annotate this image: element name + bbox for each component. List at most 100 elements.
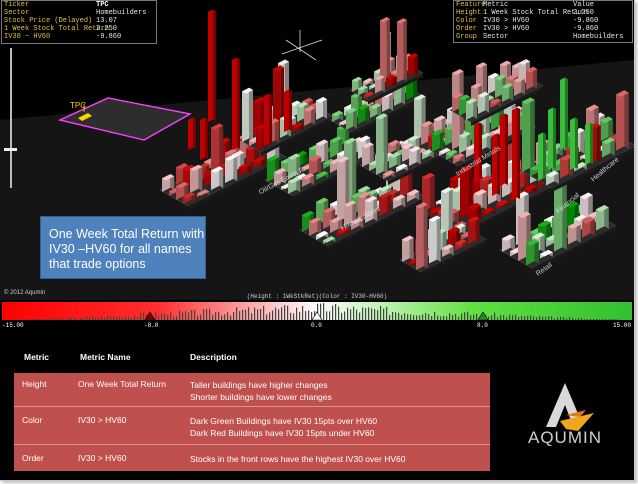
building[interactable] (585, 122, 590, 166)
building[interactable] (242, 87, 250, 142)
zoom-slider-handle[interactable] (4, 148, 17, 151)
histogram-bar (56, 318, 58, 320)
histogram-bar (326, 311, 328, 320)
building[interactable] (436, 215, 441, 262)
histogram-bar (128, 316, 130, 320)
building[interactable] (517, 107, 520, 200)
building[interactable] (518, 211, 527, 261)
legend-tick: -15.00 (2, 322, 24, 329)
building[interactable] (530, 97, 535, 171)
market-3d-visualization[interactable]: TPC Oil/Gas Equip Pro Homebuilders Finan… (0, 0, 634, 312)
building[interactable] (249, 87, 254, 141)
building[interactable] (397, 18, 404, 83)
histogram-bar (257, 309, 259, 320)
building[interactable] (208, 9, 213, 123)
row-divider (14, 406, 490, 407)
building[interactable] (423, 202, 428, 269)
histogram-bar (368, 307, 370, 320)
zoom-slider-track[interactable] (10, 48, 12, 188)
building[interactable] (237, 57, 240, 150)
building[interactable] (383, 113, 388, 174)
description-cell: Dark Green Buildings have IV30 15pts ove… (190, 415, 377, 439)
histogram-bar (392, 311, 394, 320)
metric-cell: Order (22, 453, 44, 463)
building[interactable] (430, 172, 435, 211)
histogram-bar (524, 316, 526, 320)
histogram-bar (176, 316, 178, 320)
histogram-bar (557, 317, 559, 320)
building[interactable] (497, 133, 500, 196)
histogram-bar (278, 309, 280, 320)
building[interactable] (213, 9, 216, 122)
histogram-bar (119, 315, 121, 320)
building[interactable] (380, 17, 387, 85)
building[interactable] (284, 89, 289, 133)
building[interactable] (414, 53, 418, 76)
histogram-bar (308, 310, 310, 320)
building[interactable] (233, 154, 238, 181)
building[interactable] (416, 202, 424, 270)
building[interactable] (474, 122, 479, 181)
building[interactable] (616, 90, 625, 151)
description-cell: Stocks in the front rows have the highes… (190, 453, 405, 465)
return-label: 1 Week Stock Total Return (4, 25, 110, 33)
building[interactable] (264, 93, 269, 147)
histogram-bar (461, 313, 463, 320)
histogram-bar (83, 317, 85, 320)
histogram-bar (497, 317, 499, 320)
building[interactable] (562, 177, 567, 250)
building[interactable] (543, 132, 546, 180)
histogram-bar (413, 315, 415, 320)
histogram-bar (38, 318, 40, 320)
building[interactable] (565, 77, 568, 150)
building[interactable] (560, 77, 565, 151)
building[interactable] (505, 113, 508, 186)
histogram-bar (389, 315, 391, 320)
building[interactable] (403, 18, 407, 82)
building[interactable] (548, 107, 553, 171)
building[interactable] (376, 113, 384, 175)
building[interactable] (522, 97, 531, 172)
building[interactable] (512, 107, 517, 201)
building[interactable] (269, 93, 272, 146)
building[interactable] (590, 122, 593, 165)
histogram-bar (170, 312, 172, 320)
building[interactable] (193, 117, 196, 150)
histogram-bar (116, 316, 118, 320)
histogram-bar (191, 309, 193, 320)
histogram-bar (569, 317, 571, 320)
histogram-bar (425, 312, 427, 320)
histogram-bar (581, 318, 583, 320)
building[interactable] (492, 133, 497, 197)
building[interactable] (475, 216, 480, 243)
histogram-bar (335, 304, 337, 320)
metric-name-cell: IV30 > HV60 (78, 453, 127, 463)
building[interactable] (570, 117, 575, 171)
building[interactable] (232, 57, 237, 151)
building[interactable] (386, 17, 390, 84)
histogram-bar (272, 310, 274, 320)
building[interactable] (205, 117, 208, 160)
building[interactable] (479, 122, 482, 180)
building[interactable] (429, 215, 437, 264)
histogram-bar (26, 319, 28, 320)
legend-title: (Height : 1WkStkRet)(Color : IV30-HV60) (246, 293, 388, 300)
histogram-bar (41, 319, 43, 320)
building[interactable] (624, 90, 629, 149)
building[interactable] (596, 122, 601, 163)
histogram-bar (554, 318, 556, 320)
histogram-bar (566, 318, 568, 320)
building[interactable] (198, 164, 203, 191)
table-row: Color IV30 > HV60 Dark Green Buildings h… (14, 415, 490, 445)
histogram-bar (410, 314, 412, 320)
building[interactable] (553, 107, 556, 170)
building[interactable] (289, 89, 292, 132)
building[interactable] (188, 117, 193, 151)
building[interactable] (414, 94, 422, 141)
building[interactable] (200, 117, 205, 161)
histogram-bar (572, 317, 574, 320)
building[interactable] (538, 132, 543, 181)
histogram-bar (353, 306, 355, 320)
histogram-bar (470, 315, 472, 320)
building[interactable] (575, 117, 578, 170)
